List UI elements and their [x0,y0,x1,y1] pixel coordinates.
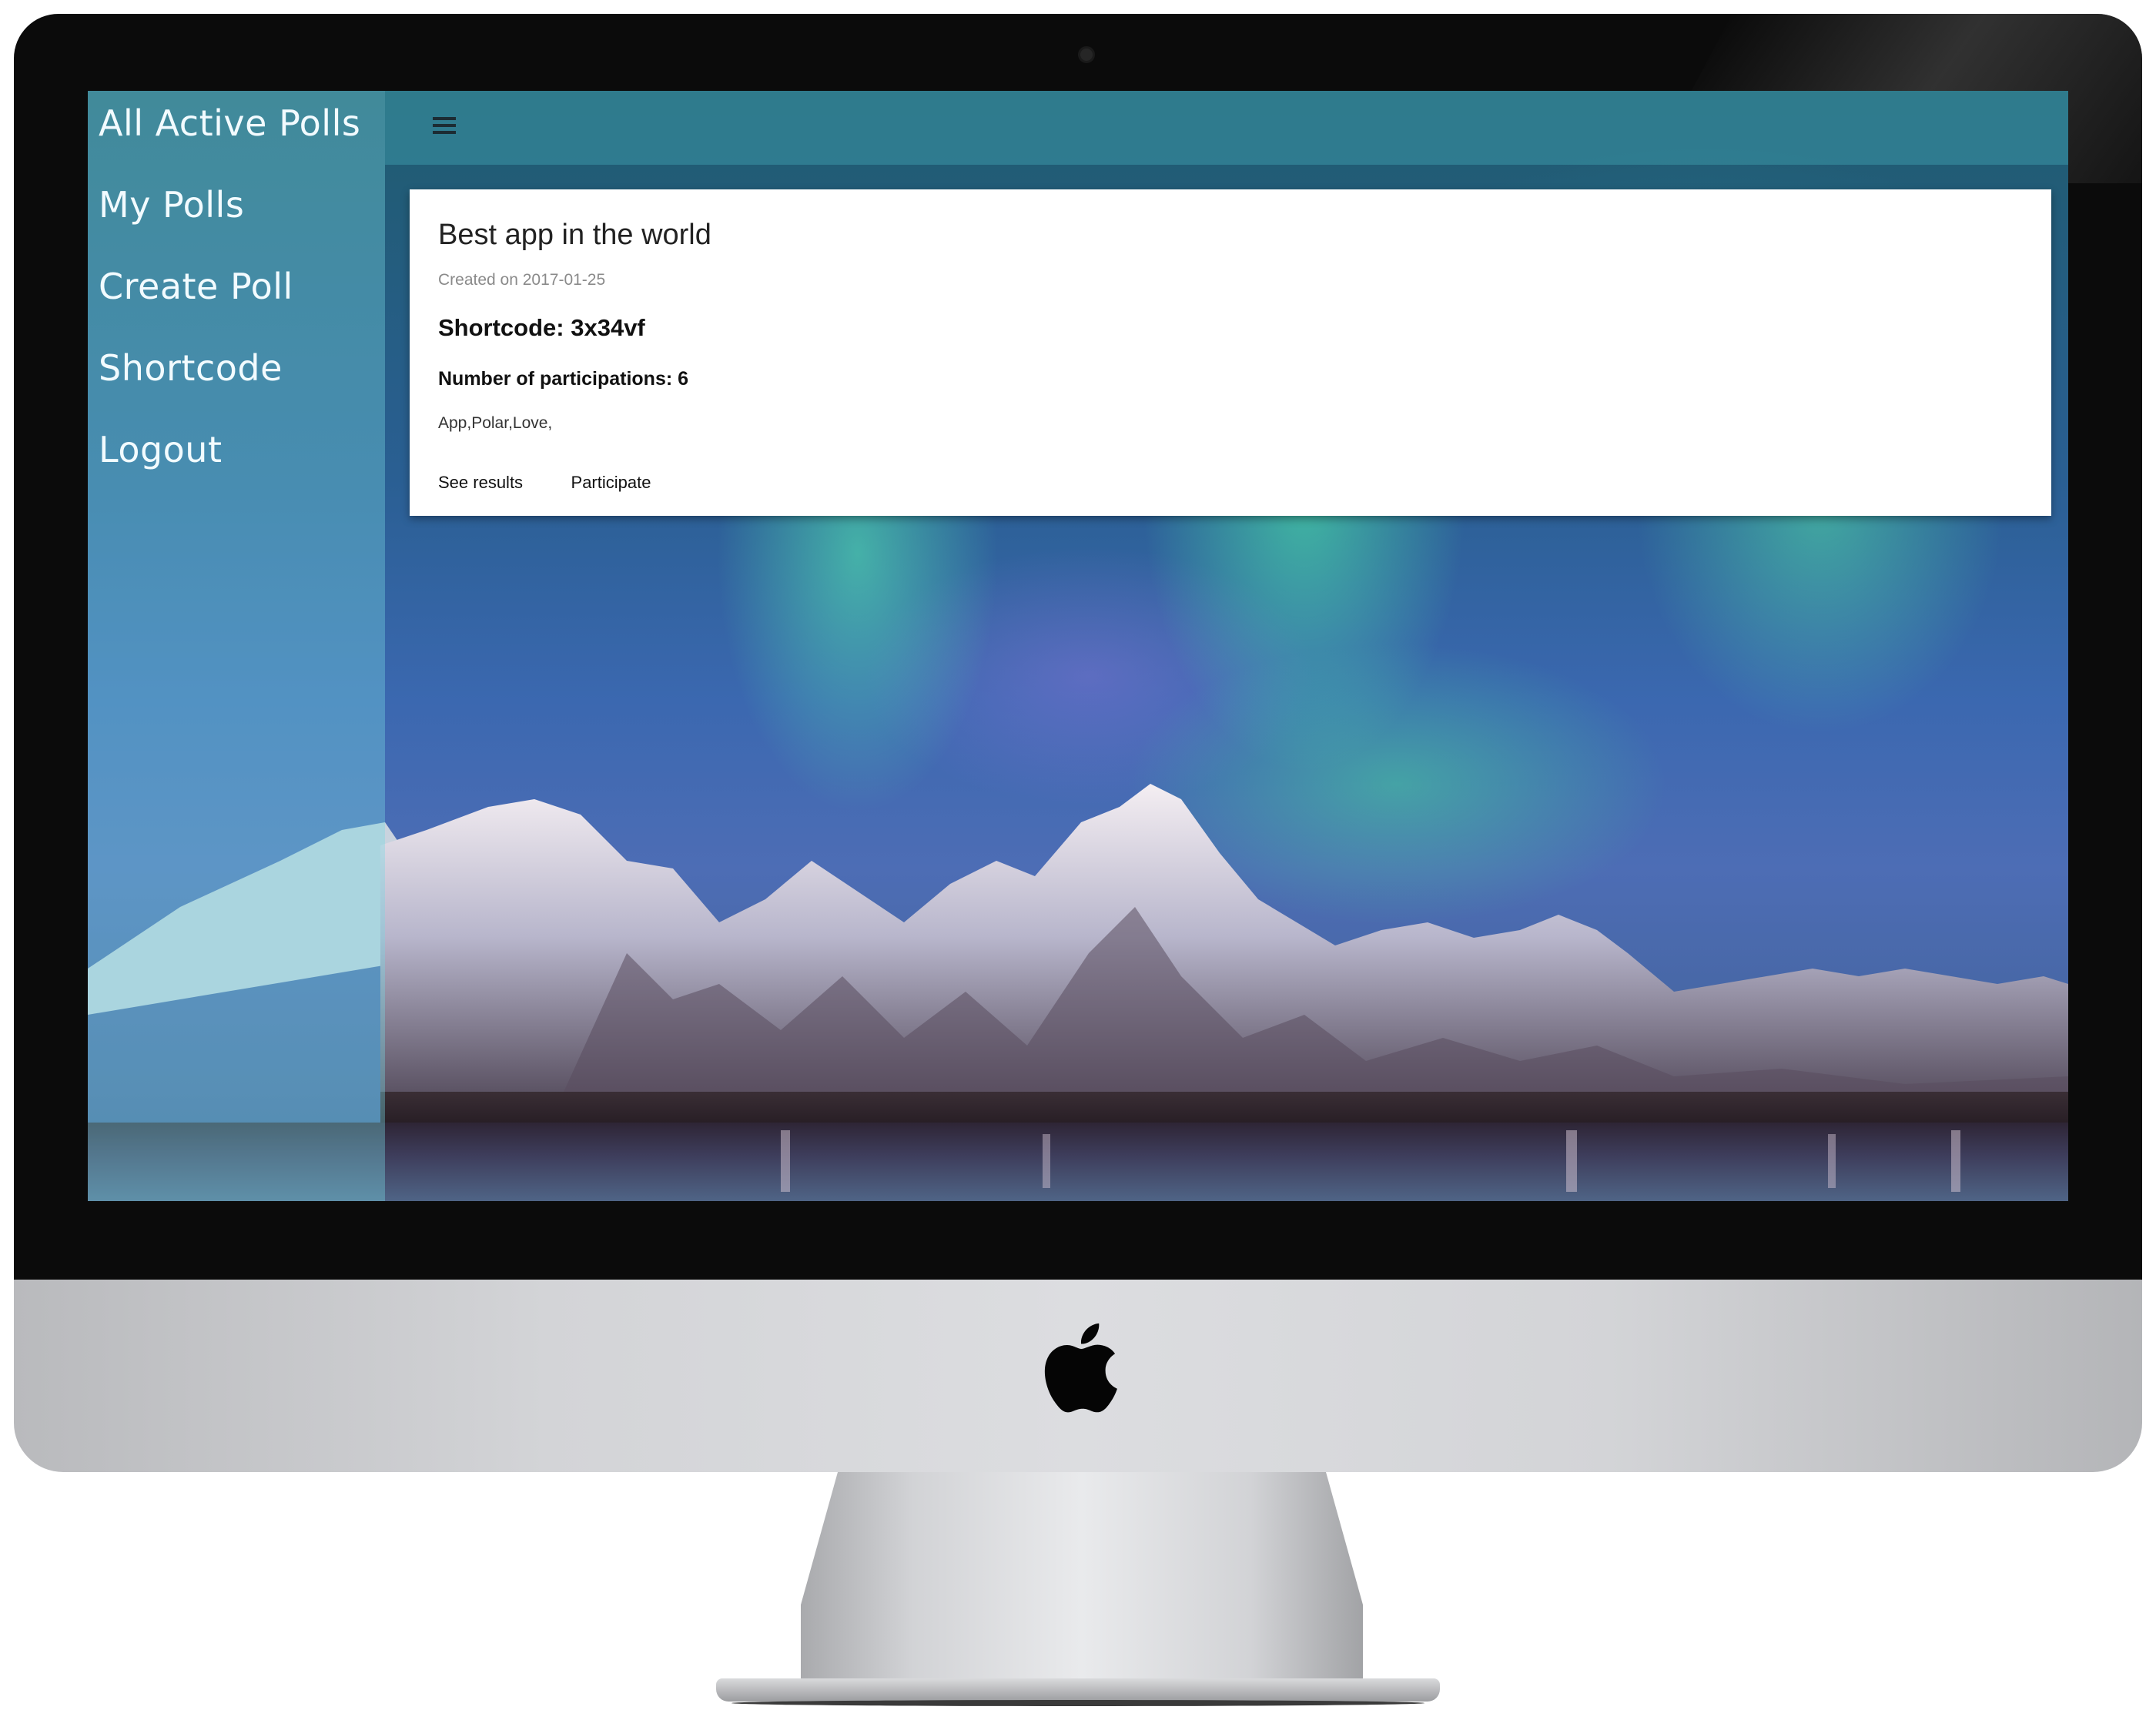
poll-title: Best app in the world [438,219,711,251]
participate-button[interactable]: Participate [571,473,651,493]
stand-shadow [732,1700,1424,1706]
hamburger-menu-icon[interactable] [433,117,459,139]
imac-stand [801,1472,1363,1688]
poll-tags: App,Polar,Love, [438,414,553,432]
camera-icon [1078,46,1095,63]
sidebar: All Active Polls My Polls Create Poll Sh… [88,91,385,1201]
sidebar-item-my-polls[interactable]: My Polls [88,182,360,228]
sidebar-nav-list: All Active Polls My Polls Create Poll Sh… [88,100,360,508]
sidebar-item-shortcode[interactable]: Shortcode [88,345,360,391]
poll-participation-count: Number of participations: 6 [438,368,689,390]
sidebar-item-all-active-polls[interactable]: All Active Polls [88,100,360,146]
see-results-button[interactable]: See results [438,473,523,493]
sidebar-item-logout[interactable]: Logout [88,427,360,473]
apple-logo-icon [1044,1323,1117,1413]
poll-created-date: Created on 2017-01-25 [438,271,606,289]
poll-shortcode: Shortcode: 3x34vf [438,314,645,341]
sidebar-item-create-poll[interactable]: Create Poll [88,263,360,310]
top-app-bar [385,91,2068,165]
poll-card: Best app in the world Created on 2017-01… [410,189,2051,516]
imac-stand-base [716,1678,1440,1702]
poll-actions: See results Participate [438,473,695,493]
screen: All Active Polls My Polls Create Poll Sh… [88,91,2068,1201]
